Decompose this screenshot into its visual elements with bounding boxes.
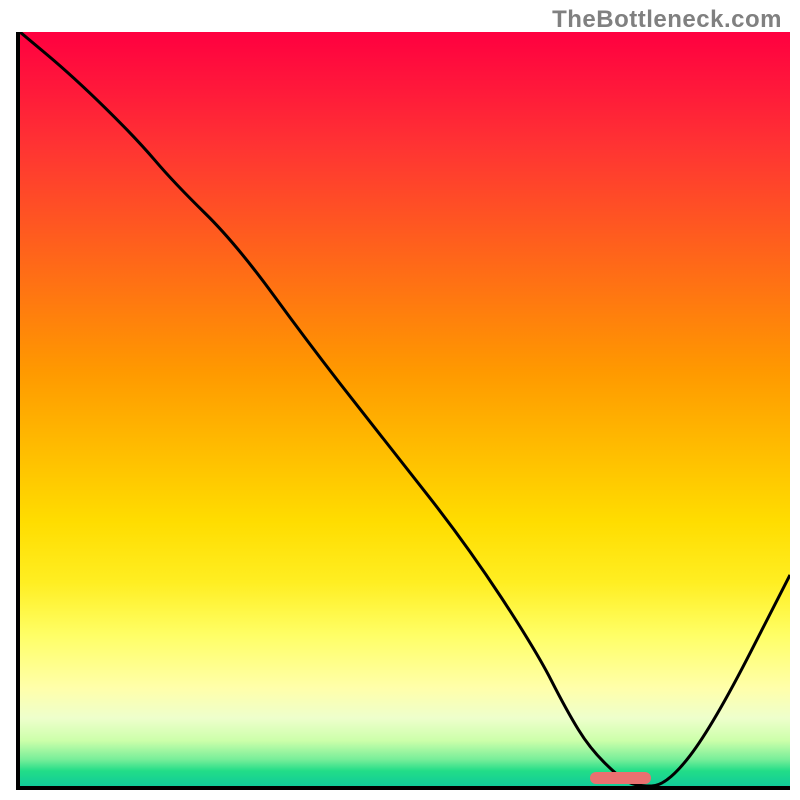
plot-area [16, 32, 790, 790]
watermark-text: TheBottleneck.com [552, 6, 782, 34]
bottleneck-curve-path [20, 32, 790, 786]
chart-stage: TheBottleneck.com [0, 0, 800, 800]
bottleneck-marker [590, 772, 652, 784]
curve-layer [20, 32, 790, 786]
